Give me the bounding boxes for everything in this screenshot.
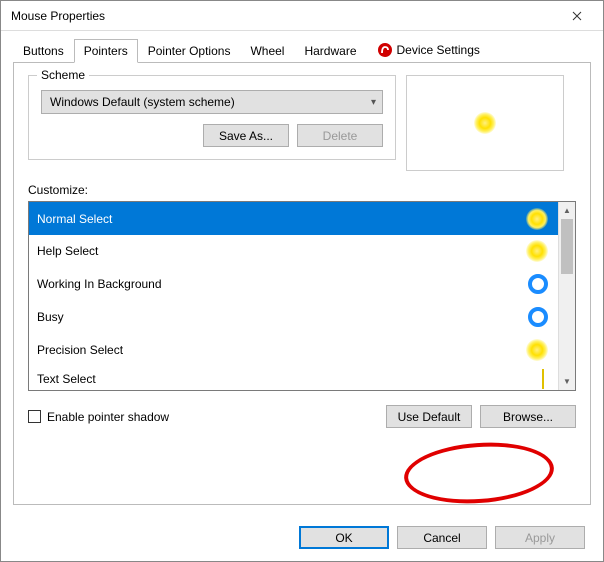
dialog-content: Buttons Pointers Pointer Options Wheel H…	[1, 31, 603, 505]
cursor-icon	[528, 307, 548, 327]
list-inner: Normal Select Help Select Working In Bac…	[29, 202, 558, 390]
annotation-circle	[402, 438, 556, 508]
tab-hardware[interactable]: Hardware	[294, 39, 366, 63]
scheme-group: Scheme Windows Default (system scheme) ▾…	[28, 75, 396, 160]
checkbox-label: Enable pointer shadow	[47, 410, 169, 424]
scheme-legend: Scheme	[37, 68, 89, 82]
scheme-selected-value: Windows Default (system scheme)	[50, 95, 235, 109]
list-item-normal-select[interactable]: Normal Select	[29, 202, 558, 235]
cursor-icon	[526, 240, 548, 262]
tab-buttons[interactable]: Buttons	[13, 39, 74, 63]
list-item-busy[interactable]: Busy	[29, 301, 558, 334]
list-item-working-in-background[interactable]: Working In Background	[29, 268, 558, 301]
tab-strip: Buttons Pointers Pointer Options Wheel H…	[13, 39, 591, 63]
cursor-icon	[528, 274, 548, 294]
enable-pointer-shadow-checkbox[interactable]: Enable pointer shadow	[28, 410, 169, 424]
preview-cursor-icon	[474, 112, 496, 134]
mouse-properties-dialog: Mouse Properties Buttons Pointers Pointe…	[0, 0, 604, 562]
browse-button[interactable]: Browse...	[480, 405, 576, 428]
pointers-panel: Scheme Windows Default (system scheme) ▾…	[13, 63, 591, 505]
cursor-preview	[406, 75, 564, 171]
chevron-down-icon: ▾	[371, 97, 376, 108]
cancel-button[interactable]: Cancel	[397, 526, 487, 549]
tab-wheel[interactable]: Wheel	[240, 39, 294, 63]
checkbox-box	[28, 410, 41, 423]
cursor-icon	[538, 369, 548, 389]
cursor-icon	[526, 339, 548, 361]
list-item-help-select[interactable]: Help Select	[29, 235, 558, 268]
close-icon	[572, 11, 582, 21]
scroll-thumb[interactable]	[561, 219, 573, 274]
delete-button: Delete	[297, 124, 383, 147]
synaptics-icon	[377, 42, 393, 58]
scroll-down-button[interactable]: ▼	[559, 373, 575, 390]
scroll-track[interactable]	[559, 219, 575, 373]
ok-button[interactable]: OK	[299, 526, 389, 549]
apply-button: Apply	[495, 526, 585, 549]
use-default-button[interactable]: Use Default	[386, 405, 472, 428]
scroll-up-button[interactable]: ▲	[559, 202, 575, 219]
list-item-text-select[interactable]: Text Select	[29, 367, 558, 390]
list-item-precision-select[interactable]: Precision Select	[29, 334, 558, 367]
scrollbar[interactable]: ▲ ▼	[558, 202, 575, 390]
window-title: Mouse Properties	[11, 9, 557, 23]
titlebar: Mouse Properties	[1, 1, 603, 31]
cursor-listbox[interactable]: Normal Select Help Select Working In Bac…	[28, 201, 576, 391]
tab-pointer-options[interactable]: Pointer Options	[138, 39, 241, 63]
save-as-button[interactable]: Save As...	[203, 124, 289, 147]
tab-pointers[interactable]: Pointers	[74, 39, 138, 63]
close-button[interactable]	[557, 3, 597, 29]
scheme-dropdown[interactable]: Windows Default (system scheme) ▾	[41, 90, 383, 114]
customize-label: Customize:	[28, 183, 576, 197]
tab-device-settings[interactable]: Device Settings	[367, 37, 490, 63]
cursor-icon	[526, 208, 548, 230]
dialog-button-row: OK Cancel Apply	[299, 526, 585, 549]
